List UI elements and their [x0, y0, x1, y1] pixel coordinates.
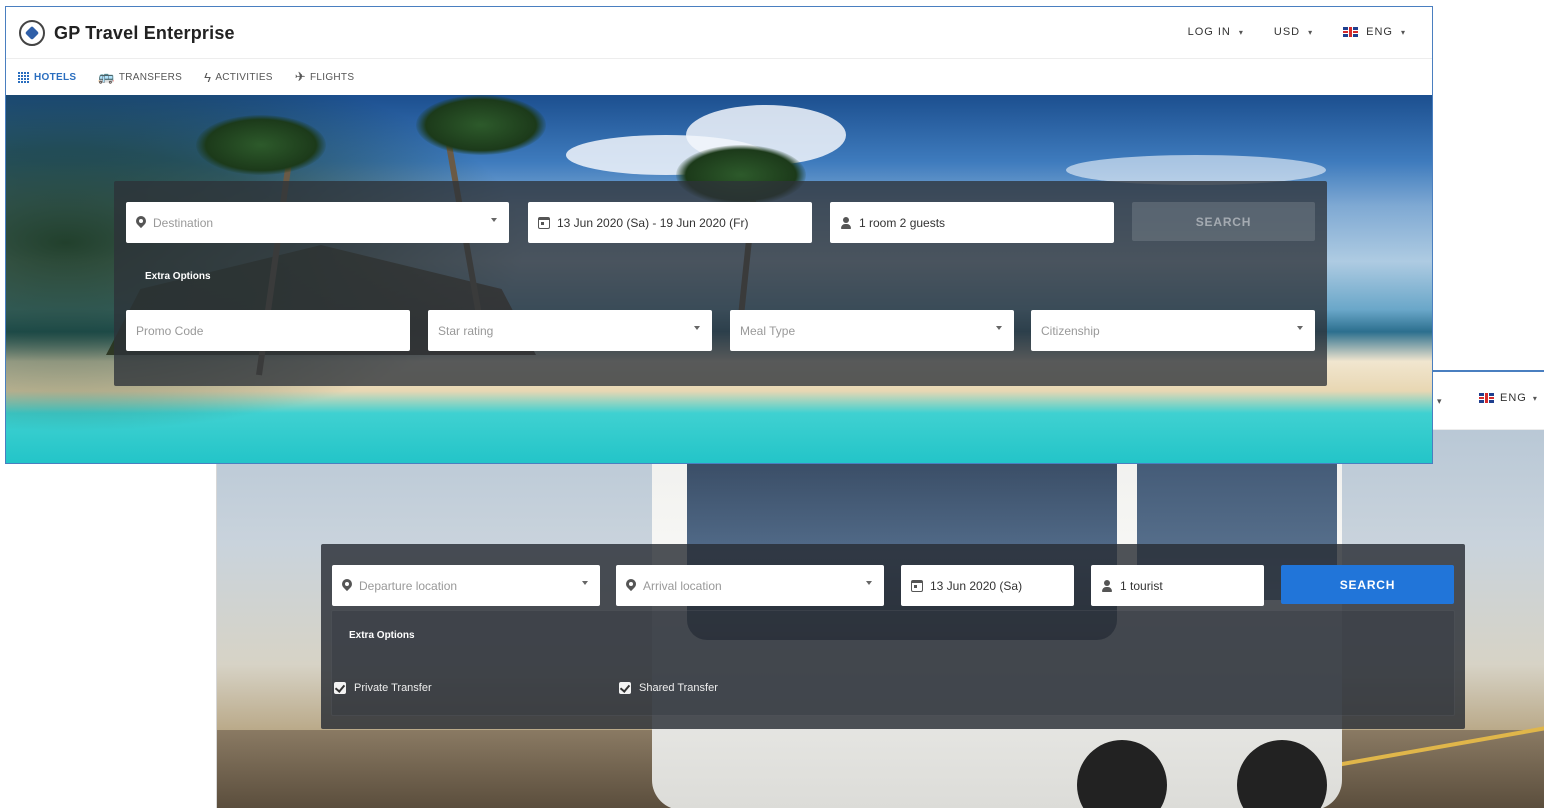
dropdown-arrow-icon: [694, 326, 700, 330]
arrival-placeholder: Arrival location: [643, 578, 722, 593]
language-label: ENG: [1366, 26, 1393, 38]
hotels-search-button[interactable]: SEARCH: [1132, 202, 1315, 241]
login-menu[interactable]: LOG IN ▾: [1188, 26, 1244, 38]
app-title: GP Travel Enterprise: [54, 22, 235, 43]
bus-icon: 🚌: [98, 69, 115, 84]
location-pin-icon: [626, 579, 636, 592]
currency-label: USD: [1273, 26, 1301, 38]
currency-selector[interactable]: USD ▾: [1274, 26, 1313, 38]
calendar-icon: [538, 216, 550, 229]
dropdown-arrow-icon: [1297, 326, 1303, 330]
meal-type-placeholder: Meal Type: [740, 323, 796, 338]
tab-hotels[interactable]: HOTELS: [18, 71, 76, 83]
chevron-down-icon: ▾: [1308, 27, 1314, 37]
logo-icon: [19, 20, 45, 46]
transfers-search-button[interactable]: SEARCH: [1281, 565, 1454, 604]
dropdown-arrow-icon: [582, 581, 588, 585]
header-menu: LOG IN ▾ USD ▾ ENG ▾: [1188, 26, 1406, 38]
star-rating-placeholder: Star rating: [438, 323, 494, 338]
plane-icon: ✈: [294, 69, 306, 84]
chevron-down-icon: ▾: [1400, 27, 1406, 37]
hotels-extra-options-label: Extra Options: [145, 271, 211, 282]
dates-value: 13 Jun 2020 (Sa) - 19 Jun 2020 (Fr): [557, 215, 749, 230]
destination-select[interactable]: Destination: [126, 202, 509, 243]
arrival-location-select[interactable]: Arrival location: [616, 565, 884, 606]
uk-flag-icon: [1343, 27, 1359, 37]
dropdown-arrow-icon: [866, 581, 872, 585]
tab-transfers-label: TRANSFERS: [118, 71, 183, 83]
dates-field[interactable]: 13 Jun 2020 (Sa) - 19 Jun 2020 (Fr): [528, 202, 812, 243]
hotels-window: GP Travel Enterprise LOG IN ▾ USD ▾ ENG …: [5, 6, 1433, 464]
promo-placeholder: Promo Code: [136, 323, 204, 338]
transfers-language-selector[interactable]: ENG ▾: [1479, 392, 1538, 404]
tab-activities[interactable]: ϟ ACTIVITIES: [204, 70, 273, 85]
language-selector[interactable]: ENG ▾: [1343, 26, 1406, 38]
transfers-hero-image: Departure location Arrival location 13 J…: [217, 430, 1544, 808]
currency-caret-icon[interactable]: ▾: [1437, 396, 1442, 407]
tab-transfers[interactable]: 🚌 TRANSFERS: [98, 69, 182, 85]
citizenship-placeholder: Citizenship: [1041, 323, 1100, 338]
location-pin-icon: [136, 216, 146, 229]
transfers-extra-options-box: [331, 610, 1455, 716]
tab-activities-label: ACTIVITIES: [215, 71, 273, 83]
transfer-date-field[interactable]: 13 Jun 2020 (Sa): [901, 565, 1074, 606]
promo-code-input[interactable]: Promo Code: [126, 310, 410, 351]
guests-value: 1 room 2 guests: [859, 215, 946, 230]
transfer-date-value: 13 Jun 2020 (Sa): [930, 578, 1023, 593]
checkbox-checked-icon: [619, 682, 631, 694]
tab-hotels-label: HOTELS: [34, 71, 77, 83]
chevron-down-icon: ▾: [1238, 27, 1244, 37]
login-label: LOG IN: [1187, 26, 1231, 38]
transfers-language-label: ENG: [1500, 392, 1527, 404]
transfers-search-panel: Departure location Arrival location 13 J…: [321, 544, 1465, 729]
palm-frond: [416, 95, 546, 155]
location-pin-icon: [342, 579, 352, 592]
tourists-value: 1 tourist: [1120, 578, 1163, 593]
transfers-extra-options-label: Extra Options: [349, 630, 415, 641]
tab-flights[interactable]: ✈ FLIGHTS: [295, 69, 355, 85]
tab-flights-label: FLIGHTS: [309, 71, 355, 83]
meal-type-select[interactable]: Meal Type: [730, 310, 1014, 351]
private-transfer-label: Private Transfer: [354, 682, 432, 694]
palm-frond: [196, 115, 326, 175]
shared-transfer-label: Shared Transfer: [639, 682, 718, 694]
person-icon: [840, 216, 852, 229]
rooms-guests-field[interactable]: 1 room 2 guests: [830, 202, 1114, 243]
dropdown-arrow-icon: [491, 218, 497, 222]
shared-transfer-checkbox[interactable]: Shared Transfer: [619, 682, 718, 694]
chevron-down-icon: ▾: [1532, 393, 1538, 403]
tourists-field[interactable]: 1 tourist: [1091, 565, 1264, 606]
departure-location-select[interactable]: Departure location: [332, 565, 600, 606]
private-transfer-checkbox[interactable]: Private Transfer: [334, 682, 432, 694]
product-tabs: HOTELS 🚌 TRANSFERS ϟ ACTIVITIES ✈ FLIGHT…: [6, 59, 1432, 95]
person-icon: [1101, 579, 1113, 592]
departure-placeholder: Departure location: [359, 578, 458, 593]
hotel-icon: [18, 71, 30, 83]
dropdown-arrow-icon: [996, 326, 1002, 330]
checkbox-checked-icon: [334, 682, 346, 694]
destination-placeholder: Destination: [153, 215, 214, 230]
site-header: GP Travel Enterprise LOG IN ▾ USD ▾ ENG …: [6, 7, 1432, 59]
calendar-icon: [911, 579, 923, 592]
site-logo[interactable]: GP Travel Enterprise: [19, 20, 235, 46]
star-rating-select[interactable]: Star rating: [428, 310, 712, 351]
citizenship-select[interactable]: Citizenship: [1031, 310, 1315, 351]
hotels-hero-image: Destination 13 Jun 2020 (Sa) - 19 Jun 20…: [6, 95, 1432, 463]
hotels-search-panel: Destination 13 Jun 2020 (Sa) - 19 Jun 20…: [114, 181, 1327, 386]
bolt-icon: ϟ: [204, 69, 212, 85]
uk-flag-icon: [1479, 393, 1494, 403]
